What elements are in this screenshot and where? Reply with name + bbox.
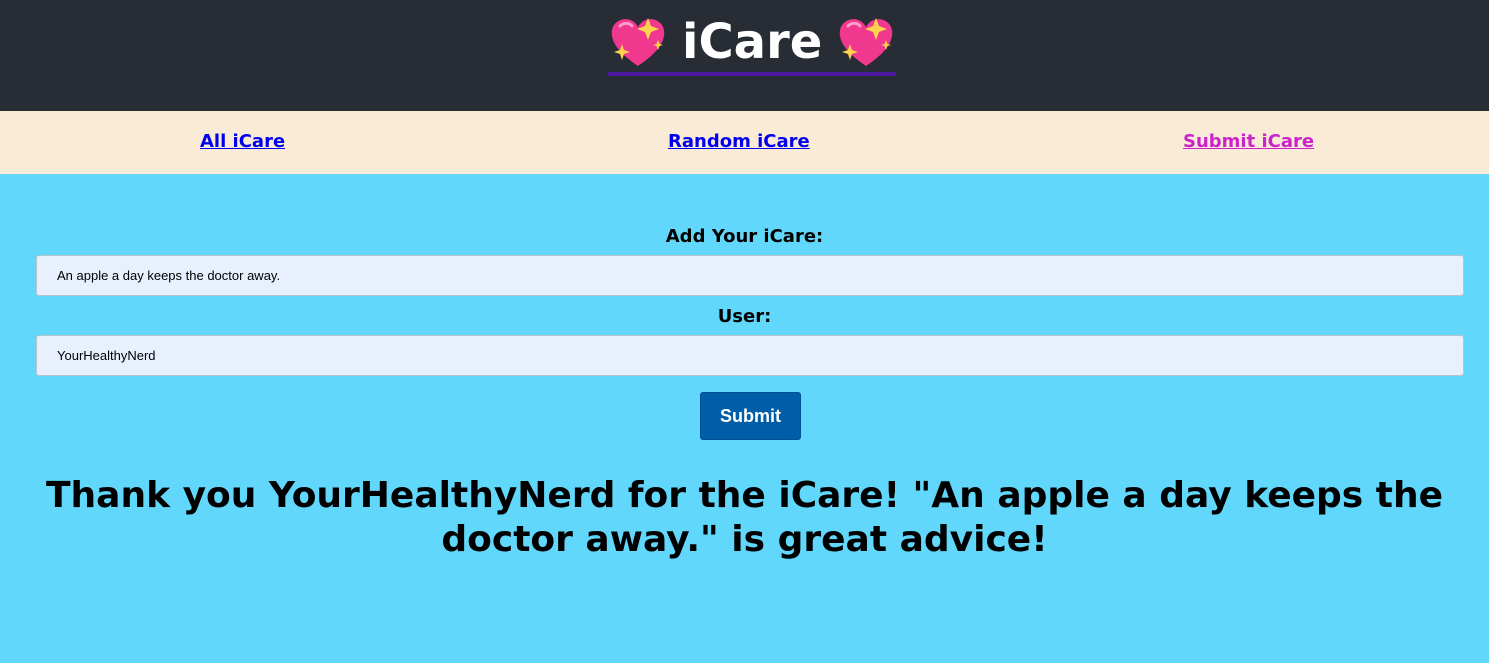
submit-button[interactable]: Submit	[700, 392, 801, 440]
nav-link-submit-icare[interactable]: Submit iCare	[1183, 131, 1314, 152]
nav-link-all-icare[interactable]: All iCare	[200, 131, 285, 152]
nav-link-random-icare[interactable]: Random iCare	[668, 131, 810, 152]
main-nav: All iCare Random iCare Submit iCare	[0, 111, 1489, 174]
home-title-link[interactable]: iCare	[608, 12, 897, 76]
icare-input[interactable]	[36, 255, 1464, 296]
icare-label: Add Your iCare:	[665, 226, 824, 247]
user-input[interactable]	[36, 335, 1464, 376]
main-content: Add Your iCare: User: Submit Thank you Y…	[0, 174, 1489, 663]
site-title: iCare	[682, 14, 823, 70]
thank-you-message: Thank you YourHealthyNerd for the iCare!…	[45, 475, 1444, 560]
header: iCare	[0, 0, 1489, 111]
sparkling-heart-icon	[611, 18, 665, 66]
sparkling-heart-icon	[840, 18, 893, 66]
user-label: User:	[717, 306, 772, 327]
